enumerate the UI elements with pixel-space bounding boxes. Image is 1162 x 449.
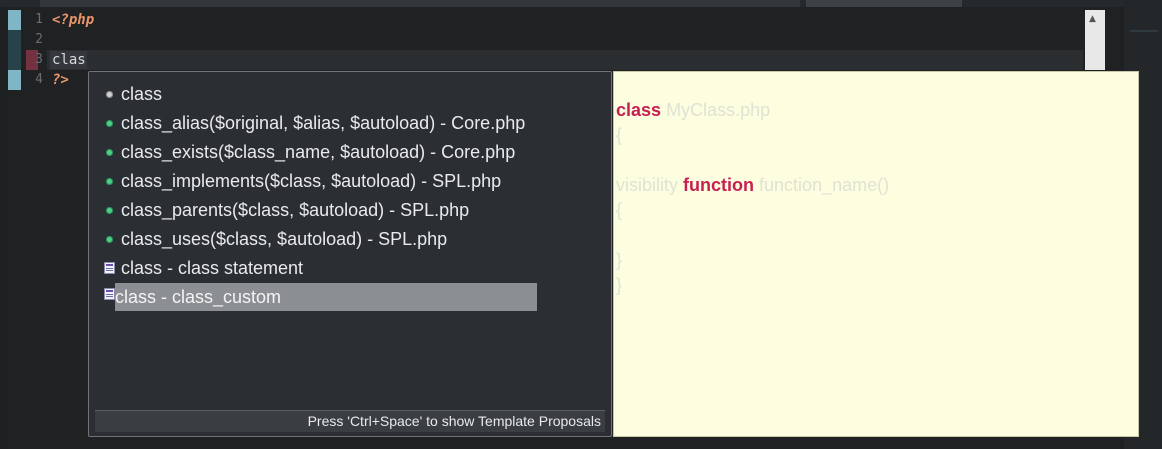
preview-line: visibility function function_name(): [616, 175, 890, 195]
code-line[interactable]: <?php: [52, 10, 94, 30]
change-marker-bar: [8, 10, 21, 90]
function-icon: [101, 144, 117, 160]
proposal-preview-panel: class MyClass.php { visibility function …: [613, 71, 1139, 437]
line-number: 4: [35, 72, 43, 87]
status-footer[interactable]: Press 'Ctrl+Space' to show Template Prop…: [95, 410, 605, 432]
proposal-item[interactable]: class_alias($original, $alias, $autoload…: [101, 109, 531, 137]
function-icon: [101, 115, 117, 131]
footer-hint: Press 'Ctrl+Space' to show Template Prop…: [307, 413, 601, 429]
proposal-label: class_exists($class_name, $autoload) - C…: [121, 141, 516, 162]
proposal-item[interactable]: class_parents($class, $autoload) - SPL.p…: [101, 196, 531, 224]
function-icon: [101, 231, 117, 247]
preview-line: class MyClass.php: [616, 100, 771, 120]
proposal-label: class - class_custom: [115, 286, 282, 307]
line-number: 2: [35, 32, 43, 47]
preview-line: }: [616, 250, 623, 270]
preview-line: }: [616, 275, 623, 295]
line-number-gutter: 1 2 3 4: [21, 7, 47, 449]
proposal-item[interactable]: class_exists($class_name, $autoload) - C…: [101, 138, 531, 166]
keyword-icon: [101, 86, 117, 102]
scroll-up-icon[interactable]: ▲: [1089, 14, 1096, 24]
proposal-label: class_parents($class, $autoload) - SPL.p…: [121, 199, 470, 220]
template-icon: [101, 260, 117, 276]
function-icon: [101, 173, 117, 189]
proposal-item-selected[interactable]: class - class_custom: [115, 283, 537, 311]
proposal-item[interactable]: class_implements($class, $autoload) - SP…: [101, 167, 531, 195]
proposal-label: class: [121, 83, 163, 104]
proposal-label: class_implements($class, $autoload) - SP…: [121, 170, 502, 191]
code-line[interactable]: clas: [52, 50, 86, 70]
preview-line: {: [616, 200, 623, 220]
preview-line: {: [616, 125, 623, 145]
proposal-item[interactable]: class - class statement: [101, 254, 531, 282]
proposal-label: class - class statement: [121, 257, 304, 278]
editor-tab-active[interactable]: [806, 0, 962, 7]
editor-tab[interactable]: [40, 0, 800, 7]
proposal-item[interactable]: class: [101, 80, 531, 108]
proposal-label: class_alias($original, $alias, $autoload…: [121, 112, 526, 133]
content-assist-popup: class class_alias($original, $alias, $au…: [88, 71, 612, 437]
current-line-highlight: [47, 50, 1083, 70]
editor-tab-strip: [0, 0, 1162, 7]
function-icon: [101, 202, 117, 218]
vertical-scrollbar[interactable]: ▲: [1085, 10, 1105, 70]
line-number: 3: [35, 52, 43, 67]
code-line[interactable]: ?>: [52, 70, 69, 90]
proposal-list[interactable]: class class_alias($original, $alias, $au…: [95, 80, 605, 410]
proposal-item[interactable]: class_uses($class, $autoload) - SPL.php: [101, 225, 531, 253]
proposal-label: class_uses($class, $autoload) - SPL.php: [121, 228, 448, 249]
line-number: 1: [35, 12, 43, 27]
